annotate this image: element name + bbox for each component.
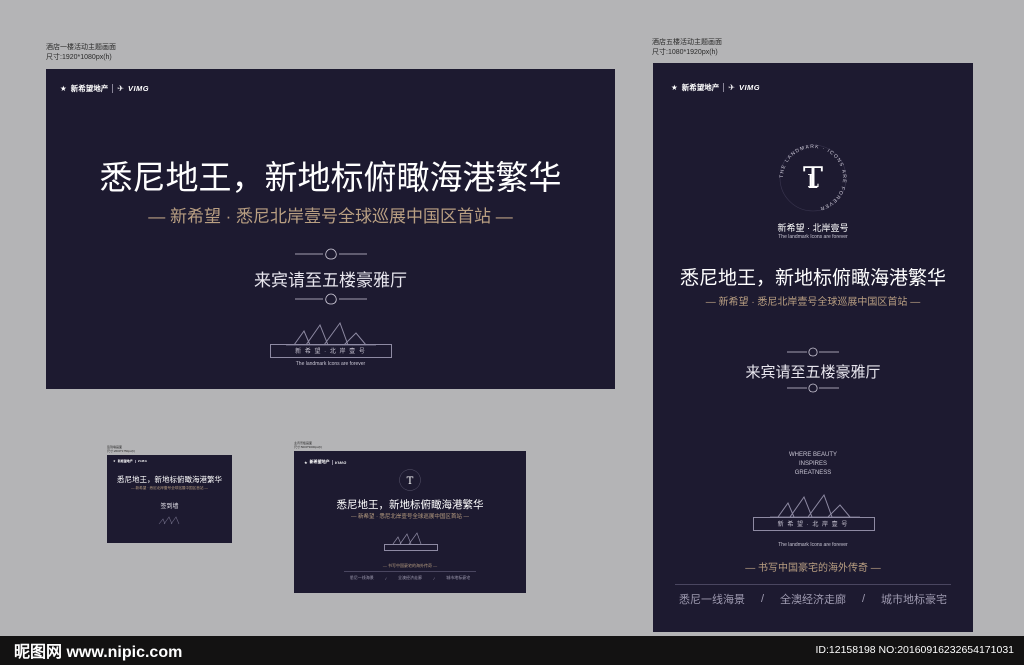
- brand-logo: ★ 新希望地产 VIMG: [304, 459, 347, 465]
- opera-house-icon: [392, 532, 422, 545]
- logo-divider: [723, 83, 725, 92]
- legend-line: — 书写中国豪宅的海外传奇 —: [745, 563, 881, 574]
- brand-logo: ★ 新希望地产 VIMG: [113, 459, 147, 463]
- invite-text: 来宾请至五楼豪雅厅: [254, 271, 407, 290]
- feature-row: 悉尼一线海景 / 全澳经济走廊 / 城市地标豪宅: [671, 591, 955, 607]
- brand-name: 新希望地产: [70, 84, 109, 93]
- main-board-caption: 酒店一楼活动主题画面: [46, 44, 116, 51]
- signin-board: ★ 新希望地产 VIMG 悉尼地王，新地标俯瞰海港繁华 — 新希望 · 悉尼北岸…: [107, 455, 232, 543]
- ornament-bottom-icon: [294, 293, 367, 305]
- feature-separator: /: [385, 575, 387, 581]
- brand-name-secondary: VIMG: [738, 83, 761, 92]
- feature-separator: /: [861, 593, 866, 605]
- invite-text: 来宾请至五楼豪雅厅: [745, 364, 881, 381]
- project-name-compact: 新希望 · 北岸壹号: [777, 223, 849, 233]
- watermark-id: ID:12158198 NO:20160916232654171031: [815, 644, 1014, 656]
- star-icon: ★: [60, 84, 67, 93]
- brand-name-secondary: VIMG: [127, 84, 150, 93]
- feature-item: 悉尼一线海景: [678, 594, 745, 606]
- feature-item: 悉尼一线海景: [349, 575, 374, 580]
- main-board-size: 尺寸:1920*1080px(h): [46, 54, 112, 61]
- wing-icon: ✈: [728, 83, 735, 92]
- signin-text: 签到墙: [160, 504, 179, 510]
- signin-board-size: 尺寸:2600*1750px(h): [107, 449, 136, 453]
- brand-name-secondary: VIMG: [334, 459, 347, 465]
- ribbon-banner: [384, 544, 438, 551]
- svg-text:T: T: [407, 476, 414, 487]
- project-name: 新 希 望 · 北 岸 壹 号: [777, 522, 849, 528]
- backdrop-board-size: 尺寸:5000*3000px(h): [294, 445, 323, 449]
- feature-item: 城市地标豪宅: [446, 575, 471, 580]
- ornament-bottom-icon: [787, 383, 839, 393]
- logo-divider: [112, 84, 114, 93]
- wing-icon: ✈: [117, 84, 124, 93]
- feature-separator: /: [433, 575, 435, 581]
- feature-row: 悉尼一线海景 / 全澳经济走廊 / 城市地标豪宅: [344, 575, 476, 581]
- watermark-site: 昵图网 www.nipic.com: [14, 644, 183, 661]
- brand-name: 新希望地产: [681, 83, 720, 92]
- divider-line: [344, 571, 476, 572]
- feature-item: 全澳经济走廊: [779, 594, 846, 606]
- star-icon: ★: [671, 83, 678, 92]
- divider-line: [675, 584, 951, 585]
- ornament-top-icon: [294, 248, 367, 260]
- logo-divider: [134, 459, 136, 463]
- legend-line: — 书写中国豪宅的海外传奇 —: [382, 563, 438, 568]
- headline: 悉尼地王，新地标俯瞰海港繁华: [336, 499, 484, 511]
- slogan-line-2: INSPIRES: [798, 461, 827, 467]
- opera-house-icon: [286, 321, 376, 346]
- tall-board-caption: 酒店五楼活动主题画面: [652, 39, 722, 46]
- ornament-top-icon: [787, 347, 839, 357]
- slogan-line-1: WHERE BEAUTY: [788, 452, 837, 458]
- feature-separator: /: [760, 593, 765, 605]
- tagline-en: The landmark Icons are forever: [295, 361, 366, 367]
- landmark-seal-icon: T: [399, 469, 421, 491]
- tagline-en: The landmark Icons are forever: [778, 234, 848, 240]
- slogan-line-3: GREATNESS: [794, 470, 832, 476]
- brand-logo: ★ 新希望地产 ✈ VIMG: [60, 83, 149, 94]
- opera-house-icon: [158, 516, 180, 525]
- subheadline: — 新希望 · 悉尼北岸壹号全球巡展中国区首站 —: [705, 297, 921, 308]
- opera-house-icon: [770, 493, 860, 518]
- star-icon: ★: [113, 459, 116, 463]
- seal-ring-text: THE LANDMARK · ICONS ARE FOREVER: [779, 144, 847, 211]
- project-name: 新 希 望 · 北 岸 壹 号: [295, 349, 366, 355]
- headline: 悉尼地王，新地标俯瞰海港繁华: [99, 159, 562, 196]
- brand-name-secondary: VIMG: [137, 459, 148, 463]
- brand-name: 新希望地产: [117, 459, 133, 463]
- brand-name: 新希望地产: [309, 459, 330, 464]
- subheadline: — 新希望 · 悉尼北岸壹号全球巡展中国区首站 —: [351, 514, 469, 520]
- backdrop-board: ★ 新希望地产 VIMG T 悉尼地王，新地标俯瞰海港繁华 — 新希望 · 悉尼…: [294, 451, 526, 593]
- headline: 悉尼地王，新地标俯瞰海港繁华: [679, 268, 946, 289]
- subheadline: — 新希望 · 悉尼北岸壹号全球巡展中国区首站 —: [130, 486, 209, 490]
- brand-logo: ★ 新希望地产 ✈ VIMG: [671, 82, 760, 93]
- feature-item: 城市地标豪宅: [880, 594, 947, 606]
- star-icon: ★: [304, 459, 308, 465]
- subheadline: — 新希望 · 悉尼北岸壹号全球巡展中国区首站 —: [148, 207, 513, 226]
- feature-item: 全澳经济走廊: [397, 575, 422, 580]
- svg-text:THE LANDMARK · ICONS ARE FOREV: THE LANDMARK · ICONS ARE FOREVER: [779, 144, 847, 211]
- watermark-bar: 昵图网 www.nipic.com ID:12158198 NO:2016091…: [0, 636, 1024, 665]
- headline: 悉尼地王，新地标俯瞰海港繁华: [117, 475, 222, 484]
- logo-divider: [331, 459, 333, 465]
- tagline-en: The landmark Icons are forever: [778, 542, 848, 548]
- seal-text: THE LANDMARK · ICONS ARE FOREVER: [779, 144, 846, 211]
- tall-board-size: 尺寸:1080*1920px(h): [652, 49, 718, 56]
- main-board: ★ 新希望地产 ✈ VIMG 悉尼地王，新地标俯瞰海港繁华 — 新希望 · 悉尼…: [46, 69, 615, 389]
- tall-board: ★ 新希望地产 ✈ VIMG T L THE LANDMARK · ICONS …: [653, 63, 973, 632]
